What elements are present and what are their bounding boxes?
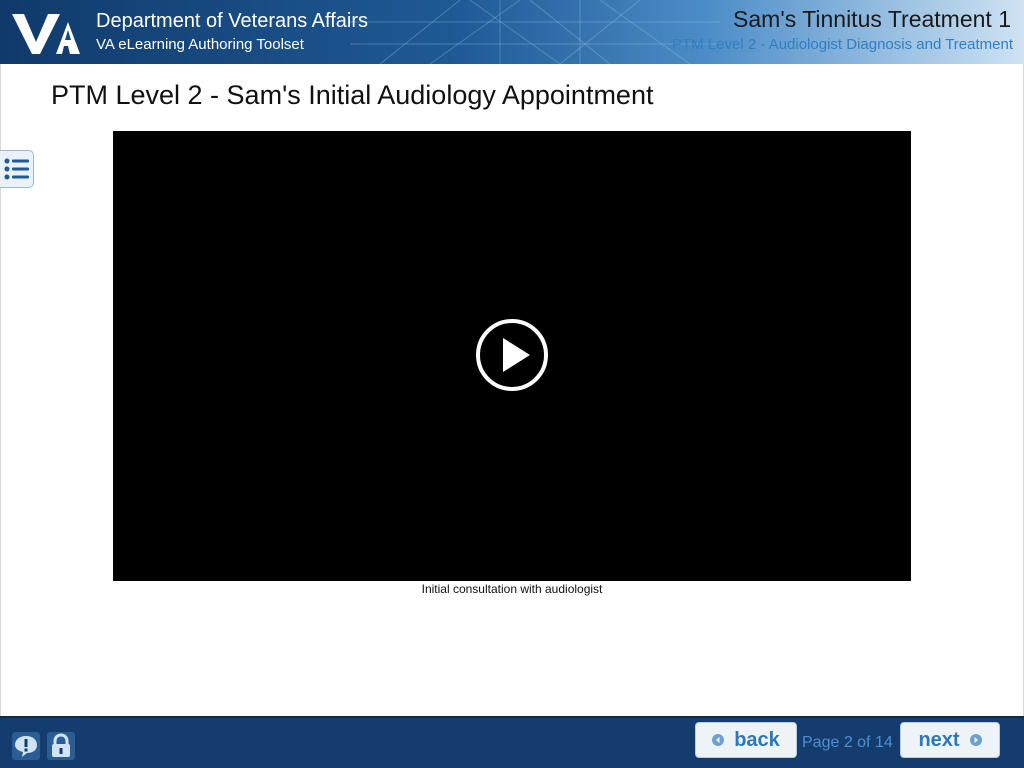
next-button[interactable]: next — [900, 722, 1000, 758]
back-arrow-icon — [712, 734, 725, 746]
back-button[interactable]: back — [695, 722, 797, 758]
next-arrow-icon — [969, 734, 982, 746]
video-player[interactable] — [113, 131, 911, 581]
footer-bar: back Page 2 of 14 next — [0, 716, 1024, 768]
lock-icon[interactable] — [47, 732, 75, 760]
va-logo-icon — [12, 14, 80, 54]
back-label: back — [734, 728, 780, 751]
org-title: Department of Veterans Affairs — [96, 10, 369, 32]
video-caption: Initial consultation with audiologist — [421, 582, 603, 596]
course-title: Sam's Tinnitus Treatment 1 — [733, 6, 1011, 32]
list-menu-icon — [4, 158, 29, 180]
play-icon[interactable] — [475, 318, 549, 392]
page-title: PTM Level 2 - Sam's Initial Audiology Ap… — [51, 80, 654, 110]
page-indicator: Page 2 of 14 — [802, 734, 893, 751]
org-subtitle: VA eLearning Authoring Toolset — [96, 36, 304, 53]
app-header: Department of Veterans Affairs VA eLearn… — [0, 0, 1024, 64]
course-subtitle: PTM Level 2 - Audiologist Diagnosis and … — [671, 36, 1013, 53]
next-label: next — [918, 728, 960, 751]
menu-toggle-button[interactable] — [0, 150, 34, 188]
help-icon[interactable] — [12, 732, 40, 760]
